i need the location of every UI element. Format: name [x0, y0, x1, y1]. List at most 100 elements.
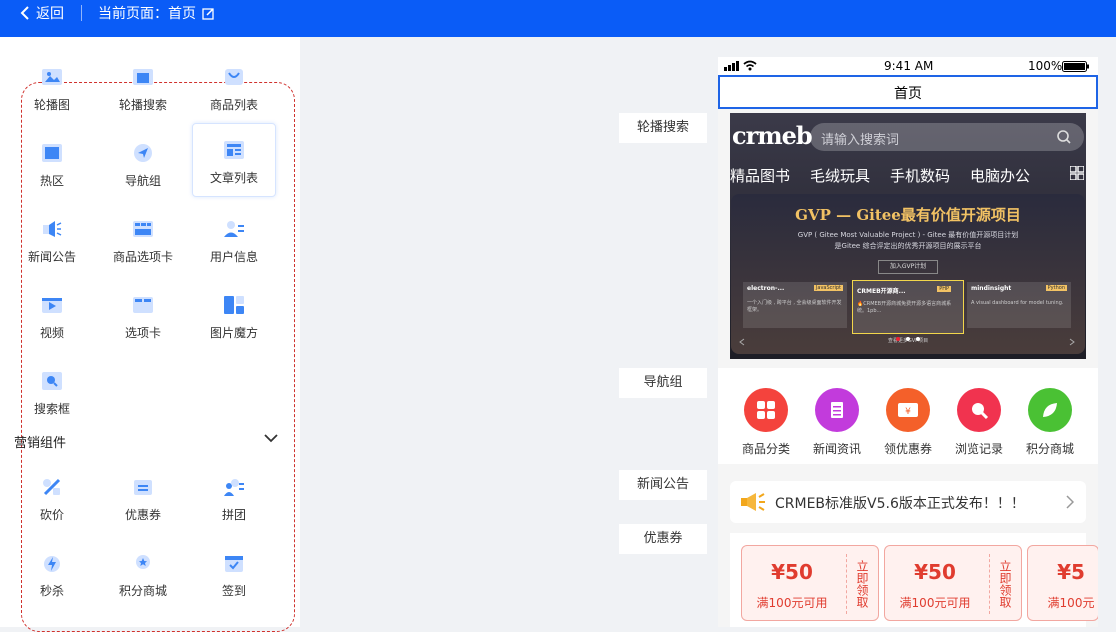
component-label: 图片魔方 — [209, 326, 258, 340]
search-input[interactable]: 请输入搜索词 — [810, 123, 1084, 151]
coupon-claim[interactable]: 立即领取 — [989, 554, 1020, 614]
back-button[interactable]: 返回 — [20, 3, 64, 23]
component-coupon[interactable]: 优惠券 — [103, 469, 183, 535]
nav-item[interactable]: 商品分类 — [732, 388, 800, 457]
nav-item[interactable]: 浏览记录 — [945, 388, 1013, 457]
tab-item[interactable]: 手机数码 — [890, 165, 950, 186]
nav-label: 领优惠券 — [883, 442, 932, 456]
gvp-card-tag: JavaScript — [813, 285, 843, 291]
component-image-cube[interactable]: 图片魔方 — [194, 287, 274, 353]
component-label: 导航组 — [124, 174, 161, 188]
coupon-claim[interactable]: 立即领取 — [846, 554, 877, 614]
gvp-card-tag: PHP — [937, 286, 951, 292]
component-label: 签到 — [221, 584, 246, 598]
component-news[interactable]: 新闻公告 — [12, 211, 92, 277]
gvp-card-tag: Python — [1045, 285, 1067, 291]
banner-join-button[interactable]: 加入GVP计划 — [878, 260, 938, 274]
chevron-left-icon[interactable] — [739, 338, 745, 346]
component-label: 视频 — [39, 326, 64, 340]
gvp-card-desc: 一个入门级 , 跨平台 , 全会级桌面软件开发框架。 — [747, 300, 842, 313]
megaphone-icon — [43, 221, 62, 237]
marketing-group-title: 营销组件 — [14, 436, 67, 451]
video-icon — [42, 298, 62, 313]
svg-text:¥: ¥ — [905, 407, 911, 417]
search-placeholder: 请输入搜索词 — [821, 133, 900, 148]
section-label-news[interactable]: 新闻公告 — [619, 470, 707, 500]
ticket-icon: ¥ — [886, 388, 930, 432]
article-list-icon — [224, 141, 244, 159]
banner-subtitle: GVP ( Gitee Most Valuable Project ) - Gi… — [797, 231, 1019, 239]
nav-item[interactable]: 新闻资讯 — [803, 388, 871, 457]
section-label-carousel-search[interactable]: 轮播搜索 — [619, 113, 707, 143]
component-nav-group[interactable]: 导航组 — [103, 135, 183, 201]
component-tabs[interactable]: 选项卡 — [103, 287, 183, 353]
gvp-card: electron-... JavaScript 一个入门级 , 跨平台 , 全会… — [743, 282, 847, 328]
hotspot-icon — [42, 144, 62, 162]
section-label-coupon[interactable]: 优惠券 — [619, 524, 707, 554]
status-time: 9:41 AM — [884, 59, 934, 73]
navigation-icon — [134, 144, 152, 162]
component-article-list[interactable]: 文章列表 — [192, 123, 276, 197]
banner[interactable]: GVP — Gitee最有价值开源项目 GVP ( Gitee Most Val… — [731, 194, 1085, 354]
tab-item[interactable]: 毛绒玩具 — [810, 165, 870, 186]
component-points-mall[interactable]: 积分商城 — [103, 545, 183, 611]
component-carousel-search[interactable]: 轮播搜索 — [103, 59, 183, 125]
edit-icon[interactable] — [202, 7, 215, 20]
nav-item[interactable]: 积分商城 — [1016, 388, 1084, 457]
page-title: 首页 — [894, 86, 922, 102]
coupon-section: ¥50 满100元可用 立即领取 ¥50 满100元可用 立即领取 ¥5 满10… — [730, 533, 1098, 627]
chevron-down-icon[interactable] — [264, 433, 278, 443]
component-bargain[interactable]: 砍价 — [12, 469, 92, 535]
component-product-list[interactable]: 商品列表 — [194, 59, 274, 125]
group-buy-icon — [224, 479, 244, 496]
component-video[interactable]: 视频 — [12, 287, 92, 353]
gvp-card-name: mindinsight — [971, 285, 1012, 292]
category-grid-icon[interactable] — [1070, 166, 1084, 180]
chevron-left-icon — [20, 6, 29, 20]
news-icon — [815, 388, 859, 432]
tab-item[interactable]: 精品图书 — [730, 165, 790, 186]
component-group-buy[interactable]: 拼团 — [194, 469, 274, 535]
nav-label: 新闻资讯 — [812, 442, 861, 456]
nav-label: 浏览记录 — [954, 442, 1003, 456]
component-label: 商品列表 — [209, 98, 258, 112]
gvp-card-name: CRMEB开源商... — [857, 288, 906, 295]
carousel-search-section[interactable]: crmeb 请输入搜索词 精品图书 毛绒玩具 手机数码 电脑办公 GVP — G… — [730, 113, 1086, 359]
signal-icon — [724, 61, 739, 71]
component-flash-sale[interactable]: 秒杀 — [12, 545, 92, 611]
tabs-icon — [133, 297, 153, 313]
component-search-box[interactable]: 搜索框 — [12, 363, 92, 429]
section-label-nav-group[interactable]: 导航组 — [619, 368, 707, 398]
coupon-card[interactable]: ¥50 满100元可用 立即领取 — [884, 545, 1022, 621]
gvp-card: mindinsight Python A visual dashboard fo… — [967, 282, 1071, 328]
nav-label: 积分商城 — [1025, 442, 1074, 456]
component-label: 轮播图 — [33, 98, 70, 112]
gvp-card-name: electron-... — [747, 285, 785, 292]
leaf-icon — [1028, 388, 1072, 432]
product-tabs-icon — [133, 221, 153, 237]
coupon-card[interactable]: ¥50 满100元可用 立即领取 — [741, 545, 879, 621]
component-check-in[interactable]: 签到 — [194, 545, 274, 611]
tab-item[interactable]: 电脑办公 — [970, 165, 1030, 186]
chevron-right-icon[interactable] — [1069, 338, 1075, 346]
coupon-condition: 满100元可用 — [756, 596, 828, 610]
page-title-bar[interactable]: 首页 — [718, 75, 1098, 109]
component-user-info[interactable]: 用户信息 — [194, 211, 274, 277]
coupon-card[interactable]: ¥5 满100元 — [1027, 545, 1098, 621]
coupon-condition: 满100元可用 — [899, 596, 971, 610]
megaphone-icon — [741, 493, 765, 511]
nav-item[interactable]: ¥ 领优惠券 — [874, 388, 942, 457]
component-label: 积分商城 — [118, 584, 167, 598]
component-panel: 轮播图 轮播搜索 商品列表 热区 导航组 文章列表 新闻公告 商品选项卡 用户信… — [0, 37, 300, 632]
nav-group-section: 商品分类 新闻资讯 ¥ 领优惠券 浏览记录 积分商城 — [718, 368, 1098, 464]
component-carousel[interactable]: 轮播图 — [12, 59, 92, 125]
banner-title: GVP — Gitee最有价值开源项目 — [795, 206, 1021, 224]
news-notice-bar[interactable]: CRMEB标准版V5.6版本正式发布！！！ — [730, 481, 1086, 523]
component-hotspot[interactable]: 热区 — [12, 135, 92, 201]
component-label: 秒杀 — [39, 584, 64, 598]
banner-subtitle-2: 是Gitee 综合评定出的优秀开源项目的展示平台 — [834, 242, 982, 250]
current-page-label: 当前页面：首页 — [98, 6, 196, 22]
coupon-icon — [134, 480, 152, 495]
component-product-tabs[interactable]: 商品选项卡 — [103, 211, 183, 277]
chevron-right-icon[interactable] — [1066, 495, 1074, 509]
